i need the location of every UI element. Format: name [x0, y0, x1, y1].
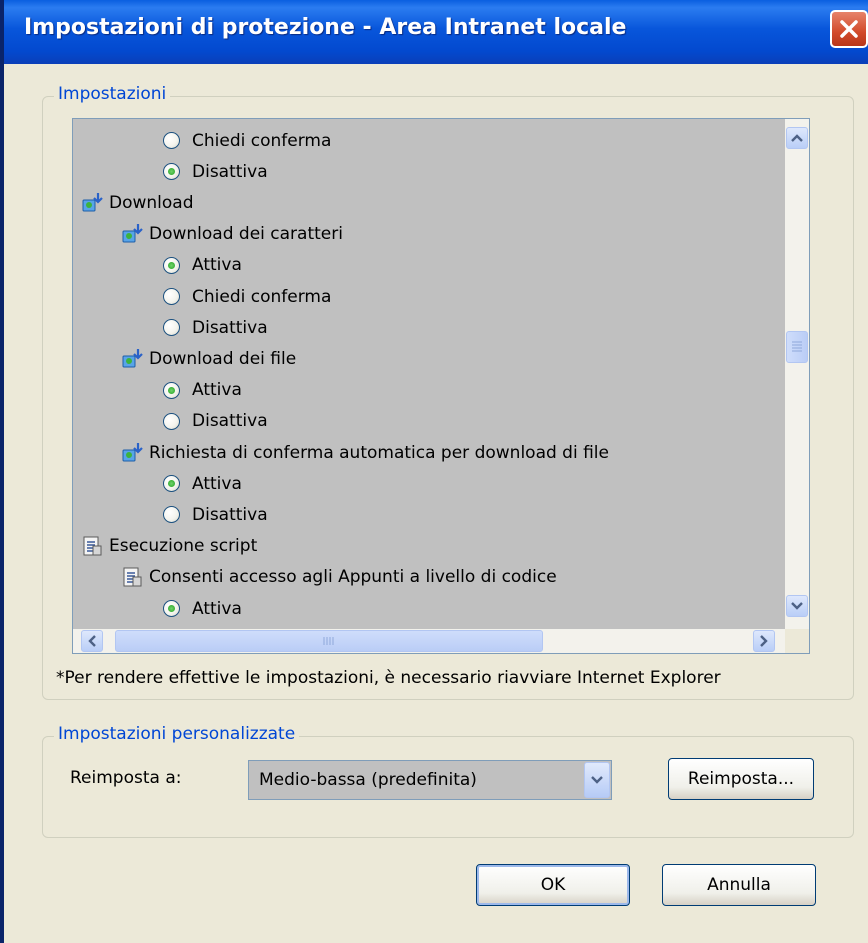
radio-unselected[interactable] [163, 319, 180, 337]
grip-icon [792, 341, 802, 352]
radio-option[interactable]: Attiva [163, 468, 242, 499]
tree-category: Download [81, 187, 194, 218]
chevron-down-icon [591, 776, 603, 784]
settings-listbox[interactable]: Chiedi conferma Disattiva Download Download… [72, 118, 810, 654]
script-category-icon [81, 534, 105, 558]
scroll-down-button[interactable] [786, 595, 808, 617]
download-setting-icon [121, 222, 145, 246]
radio-unselected[interactable] [163, 412, 180, 430]
radio-option[interactable]: Chiedi conferma [163, 281, 331, 312]
tree-item-label: Attiva [192, 473, 242, 494]
radio-dot-icon [168, 261, 175, 269]
radio-dot-icon [168, 605, 175, 612]
tree-item-label: Disattiva [192, 504, 268, 525]
tree-item-label: Download dei caratteri [149, 224, 343, 245]
reset-level-value: Medio-bassa (predefinita) [259, 770, 477, 790]
close-button[interactable] [830, 10, 868, 48]
reset-button-label: Reimposta... [687, 769, 795, 789]
radio-unselected[interactable] [163, 506, 180, 524]
radio-unselected[interactable] [163, 132, 180, 149]
vertical-scroll-thumb[interactable] [786, 331, 808, 363]
tree-item-label: Disattiva [192, 161, 268, 182]
radio-option[interactable]: Disattiva [163, 406, 268, 437]
radio-dot-icon [168, 480, 175, 488]
ok-button[interactable]: OK [476, 864, 630, 906]
tree-setting: Consenti accesso agli Appunti a livello … [121, 562, 557, 593]
grip-icon [323, 637, 334, 645]
scroll-left-button[interactable] [81, 630, 103, 652]
tree-setting: Download dei file [121, 343, 296, 374]
radio-option[interactable]: Attiva [163, 250, 242, 281]
radio-dot-icon [168, 168, 175, 176]
chevron-down-icon [791, 602, 803, 610]
security-settings-dialog: Impostazioni di protezione - Area Intran… [0, 0, 868, 943]
download-setting-icon [121, 347, 145, 371]
window-title: Impostazioni di protezione - Area Intran… [24, 15, 627, 40]
scroll-up-button[interactable] [786, 127, 808, 149]
radio-option[interactable]: Attiva [163, 375, 242, 406]
custom-settings-legend: Impostazioni personalizzate [54, 724, 300, 744]
settings-legend: Impostazioni [54, 84, 171, 104]
radio-selected[interactable] [163, 600, 180, 617]
close-icon [840, 20, 858, 38]
vertical-scrollbar[interactable] [785, 119, 809, 629]
download-setting-icon [121, 441, 145, 465]
tree-item-label: Disattiva [192, 411, 268, 432]
radio-option[interactable]: Disattiva [163, 156, 268, 187]
horizontal-scrollbar[interactable] [73, 629, 785, 653]
chevron-right-icon [760, 635, 768, 647]
tree-item-label: Chiedi conferma [192, 130, 332, 151]
tree-item-label: Disattiva [192, 317, 268, 338]
title-bar[interactable]: Impostazioni di protezione - Area Intran… [4, 0, 868, 64]
tree-item-label: Richiesta di conferma automatica per dow… [149, 442, 609, 463]
radio-option[interactable]: Disattiva [163, 499, 268, 530]
radio-option[interactable]: Disattiva [163, 312, 268, 343]
radio-option[interactable]: Attiva [163, 593, 242, 624]
cancel-button-label: Annulla [707, 875, 771, 895]
radio-selected[interactable] [163, 256, 180, 274]
tree-item-label: Download dei file [149, 348, 297, 369]
download-category-icon [81, 191, 105, 215]
ok-button-label: OK [540, 875, 566, 895]
scrollbar-corner [785, 629, 809, 653]
radio-selected[interactable] [163, 163, 180, 181]
radio-dot-icon [168, 386, 175, 394]
settings-tree: Chiedi conferma Disattiva Download Download… [73, 119, 785, 629]
script-setting-icon [121, 565, 145, 589]
tree-item-label: Download [109, 192, 194, 213]
tree-setting: Richiesta di conferma automatica per dow… [121, 437, 609, 468]
tree-item-label: Attiva [192, 255, 242, 276]
tree-item-label: Attiva [192, 380, 242, 401]
cancel-button[interactable]: Annulla [662, 864, 816, 906]
restart-note: *Per rendere effettive le impostazioni, … [56, 668, 721, 688]
tree-item-label: Attiva [192, 598, 242, 619]
radio-option[interactable]: Chiedi conferma [163, 125, 331, 156]
horizontal-scroll-thumb[interactable] [115, 630, 543, 652]
radio-unselected[interactable] [163, 288, 180, 305]
reset-level-select[interactable]: Medio-bassa (predefinita) [248, 760, 612, 800]
tree-category: Esecuzione script [81, 531, 257, 562]
radio-selected[interactable] [163, 381, 180, 399]
reset-button[interactable]: Reimposta... [668, 758, 814, 800]
tree-item-label: Consenti accesso agli Appunti a livello … [149, 567, 557, 588]
radio-selected[interactable] [163, 475, 180, 493]
reset-to-label: Reimposta a: [70, 768, 182, 788]
chevron-up-icon [791, 134, 803, 142]
tree-setting: Download dei caratteri [121, 219, 343, 250]
tree-item-label: Esecuzione script [109, 536, 258, 557]
reset-level-dropdown-button[interactable] [584, 762, 610, 798]
chevron-left-icon [88, 635, 96, 647]
tree-item-label: Chiedi conferma [192, 286, 332, 307]
scroll-right-button[interactable] [753, 630, 775, 652]
